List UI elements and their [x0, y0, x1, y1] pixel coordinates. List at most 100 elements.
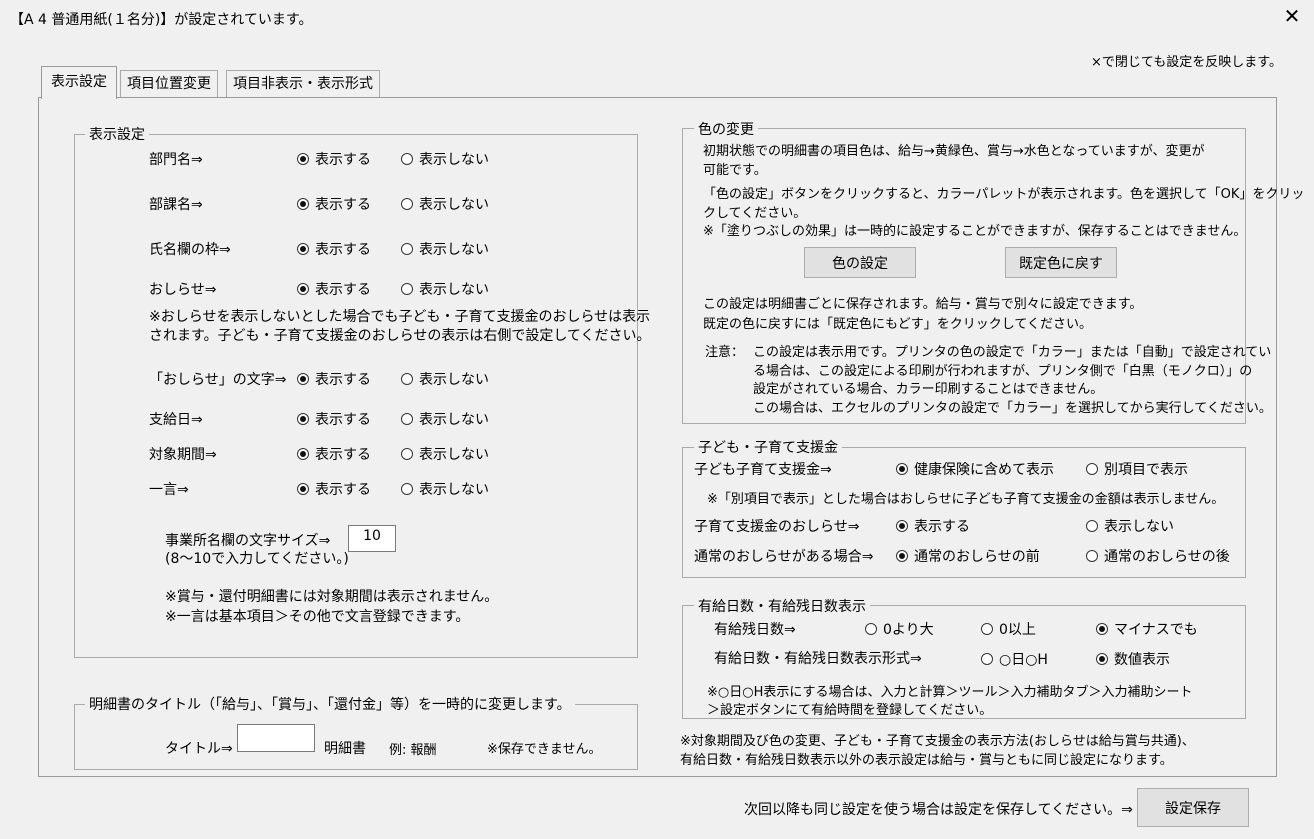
radio-label: 表示する [315, 242, 371, 258]
caution-line2: る場合は、この設定による印刷が行われますが、プリンタ側で「白黒（モノクロ）」の [753, 364, 1253, 379]
child-support-note: ※「別項目で表示」とした場合はおしらせに子ども子育て支援金の金額は表示しません。 [707, 492, 1225, 507]
display-row-label: 対象期間⇒ [149, 447, 217, 463]
radio-day-hour-format[interactable]: ○日○H [981, 649, 1048, 669]
radio-show[interactable]: 表示する [297, 444, 371, 464]
radio-hide[interactable]: 表示しない [401, 409, 489, 429]
radio-show[interactable]: 表示する [297, 409, 371, 429]
radio-before-normal-notice[interactable]: 通常のおしらせの前 [896, 546, 1040, 566]
radio-dot [865, 623, 877, 635]
radio-hide[interactable]: 表示しない [401, 279, 489, 299]
radio-label: 表示しない [419, 372, 489, 388]
title-label: タイトル⇒ [165, 741, 233, 757]
radio-show[interactable]: 表示する [297, 369, 371, 389]
radio-dot [401, 413, 413, 425]
caution-line4: この場合は、エクセルのプリンタの設定で「カラー」を選択してから実行してください。 [753, 401, 1272, 416]
radio-dot [401, 373, 413, 385]
close-hint: ×で閉じても設定を反映します。 [1091, 55, 1282, 70]
color-desc-line2: 可能です。 [703, 163, 767, 178]
radio-show[interactable]: 表示する [297, 194, 371, 214]
child-support-notice-label: 子育て支援金のおしらせ⇒ [694, 519, 860, 535]
radio-label: 表示する [315, 282, 371, 298]
color-desc-line4: クしてください。 [703, 206, 807, 221]
radio-greater-than-zero[interactable]: 0より大 [865, 619, 934, 639]
radio-hide[interactable]: 表示しない [401, 369, 489, 389]
radio-dot [401, 448, 413, 460]
radio-label: 表示する [315, 447, 371, 463]
fontsize-hint: (8～10で入力してください。) [165, 551, 349, 567]
radio-dot [896, 463, 908, 475]
radio-dot [981, 623, 993, 635]
radio-label: ○日○H [999, 652, 1048, 668]
radio-dot [297, 243, 309, 255]
group-title: 表示設定 [85, 124, 149, 144]
radio-label: 別項目で表示 [1104, 462, 1188, 478]
radio-dot [1096, 623, 1108, 635]
paid-leave-note-line2: ＞設定ボタンにて有給時間を登録してください。 [707, 703, 993, 718]
note-hitokoto: ※一言は基本項目＞その他で文言登録できます。 [165, 609, 470, 625]
radio-show[interactable]: 表示する [297, 239, 371, 259]
radio-separate-item[interactable]: 別項目で表示 [1086, 459, 1188, 479]
radio-notice-show[interactable]: 表示する [896, 516, 970, 536]
radio-zero-or-more[interactable]: 0以上 [981, 619, 1036, 639]
footer-note-line1: ※対象期間及び色の変更、子ども・子育て支援金の表示方法(おしらせは給与賞与共通)… [680, 734, 1195, 749]
fontsize-label: 事業所名欄の文字サイズ⇒ [165, 533, 331, 549]
radio-show[interactable]: 表示する [297, 149, 371, 169]
radio-numeric-format[interactable]: 数値表示 [1096, 649, 1170, 669]
radio-dot [297, 153, 309, 165]
close-icon[interactable]: ✕ [1280, 4, 1304, 28]
tab-item-hide-format[interactable]: 項目非表示・表示形式 [226, 70, 380, 98]
radio-after-normal-notice[interactable]: 通常のおしらせの後 [1086, 546, 1230, 566]
color-desc-line3: 「色の設定」ボタンをクリックすると、カラーパレットが表示されます。色を選択して「… [703, 187, 1305, 202]
radio-label: 表示する [315, 482, 371, 498]
window-title: 【A 4 普通用紙(１名分)】が設定されています。 [10, 12, 313, 28]
color-desc-line6: この設定は明細書ごとに保存されます。給与・賞与で別々に設定できます。 [703, 297, 1143, 312]
paid-leave-remaining-label: 有給残日数⇒ [714, 622, 796, 638]
radio-hide[interactable]: 表示しない [401, 479, 489, 499]
radio-label: 表示しない [419, 447, 489, 463]
fontsize-input[interactable]: 10 [348, 525, 396, 552]
radio-label: 表示しない [419, 282, 489, 298]
child-support-row-label: 子ども子育て支援金⇒ [694, 462, 832, 478]
radio-label: 表示する [315, 197, 371, 213]
tab-item-position[interactable]: 項目位置変更 [120, 70, 218, 98]
radio-show[interactable]: 表示する [297, 479, 371, 499]
radio-hide[interactable]: 表示しない [401, 149, 489, 169]
radio-label: 表示しない [419, 242, 489, 258]
display-row-label: 支給日⇒ [149, 412, 203, 428]
tab-display-settings[interactable]: 表示設定 [41, 66, 117, 99]
radio-included-in-health[interactable]: 健康保険に含めて表示 [896, 459, 1054, 479]
color-desc-line1: 初期状態での明細書の項目色は、給与→黄緑色、賞与→水色となっていますが、変更が [703, 144, 1205, 159]
display-row-label: 「おしらせ」の文字⇒ [149, 372, 287, 388]
radio-label: 表示しない [419, 412, 489, 428]
radio-label: 数値表示 [1114, 652, 1170, 668]
radio-label: 通常のおしらせの後 [1104, 549, 1230, 565]
paid-leave-format-label: 有給日数・有給残日数表示形式⇒ [714, 651, 922, 667]
radio-dot [401, 483, 413, 495]
set-color-button[interactable]: 色の設定 [804, 247, 916, 278]
radio-hide[interactable]: 表示しない [401, 444, 489, 464]
color-desc-line5: ※「塗りつぶしの効果」は一時的に設定することができますが、保存することはできませ… [703, 224, 1247, 239]
radio-notice-hide[interactable]: 表示しない [1086, 516, 1174, 536]
title-input[interactable] [237, 724, 315, 752]
title-suffix: 明細書 [324, 741, 366, 757]
group-title: 有給日数・有給残日数表示 [694, 596, 870, 616]
radio-dot [1086, 520, 1098, 532]
radio-dot [401, 198, 413, 210]
save-settings-button[interactable]: 設定保存 [1137, 788, 1249, 827]
normal-notice-label: 通常のおしらせがある場合⇒ [694, 549, 874, 565]
radio-dot [297, 448, 309, 460]
display-row-label: おしらせ⇒ [149, 282, 217, 298]
radio-hide[interactable]: 表示しない [401, 194, 489, 214]
group-title: 子ども・子育て支援金 [694, 437, 842, 457]
caution-line1: この設定は表示用です。プリンタの色の設定で「カラー」または「自動」で設定されてい [753, 345, 1272, 360]
radio-dot [896, 550, 908, 562]
radio-allow-negative[interactable]: マイナスでも [1096, 619, 1198, 639]
radio-label: 通常のおしらせの前 [914, 549, 1040, 565]
radio-label: 表示する [315, 372, 371, 388]
note-bonus: ※賞与・還付明細書には対象期間は表示されません。 [165, 589, 499, 605]
reset-color-button[interactable]: 既定色に戻す [1005, 247, 1117, 278]
radio-dot [896, 520, 908, 532]
radio-dot [297, 373, 309, 385]
radio-hide[interactable]: 表示しない [401, 239, 489, 259]
radio-show[interactable]: 表示する [297, 279, 371, 299]
